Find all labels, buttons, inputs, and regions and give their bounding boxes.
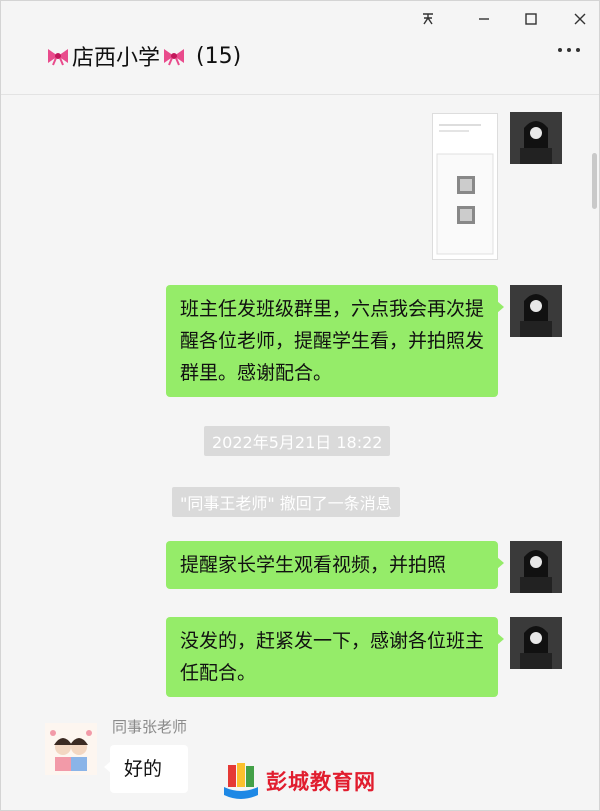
message-bubble[interactable]: 没发的，赶紧发一下，感谢各位班主任配合。 bbox=[166, 617, 504, 697]
maximize-icon[interactable] bbox=[520, 8, 542, 30]
message-text: 没发的，赶紧发一下，感谢各位班主任配合。 bbox=[180, 630, 485, 684]
scrollbar[interactable] bbox=[592, 153, 597, 209]
message-bubble[interactable]: 好的 bbox=[104, 745, 188, 793]
chat-header: 店西小学 (15) bbox=[0, 0, 600, 95]
avatar[interactable] bbox=[510, 112, 562, 164]
watermark-text: 彭城教育网 bbox=[266, 770, 376, 794]
sender-name: 同事张老师 bbox=[112, 718, 188, 736]
message-text: 提醒家长学生观看视频，并拍照 bbox=[180, 554, 447, 576]
message-bubble[interactable]: 提醒家长学生观看视频，并拍照 bbox=[166, 541, 504, 589]
member-count: (15) bbox=[196, 43, 242, 69]
watermark: 彭城教育网 bbox=[222, 763, 376, 799]
pin-icon[interactable] bbox=[417, 8, 439, 30]
message-list[interactable]: 班主任发班级群里，六点我会再次提醒各位老师，提醒学生看，并拍照发群里。感谢配合。… bbox=[0, 95, 600, 811]
avatar[interactable] bbox=[510, 541, 562, 593]
more-icon[interactable] bbox=[558, 48, 580, 52]
book-logo-icon bbox=[224, 763, 258, 799]
group-name: 店西小学 bbox=[72, 46, 161, 71]
image-message[interactable] bbox=[432, 113, 498, 260]
avatar[interactable] bbox=[510, 617, 562, 669]
message-text: 好的 bbox=[124, 758, 163, 780]
message-bubble[interactable]: 班主任发班级群里，六点我会再次提醒各位老师，提醒学生看，并拍照发群里。感谢配合。 bbox=[166, 285, 504, 397]
timestamp: 2022年5月21日 18:22 bbox=[204, 426, 391, 456]
chat-title[interactable]: 店西小学 (15) bbox=[46, 40, 241, 72]
avatar[interactable] bbox=[45, 723, 97, 775]
recall-notice: "同事王老师" 撤回了一条消息 bbox=[172, 487, 400, 517]
avatar[interactable] bbox=[510, 285, 562, 337]
minimize-icon[interactable] bbox=[473, 8, 495, 30]
message-text: 班主任发班级群里，六点我会再次提醒各位老师，提醒学生看，并拍照发群里。感谢配合。 bbox=[180, 298, 485, 384]
pink-bow-icon bbox=[162, 46, 186, 66]
close-icon[interactable] bbox=[569, 8, 591, 30]
pink-bow-icon bbox=[46, 46, 70, 66]
